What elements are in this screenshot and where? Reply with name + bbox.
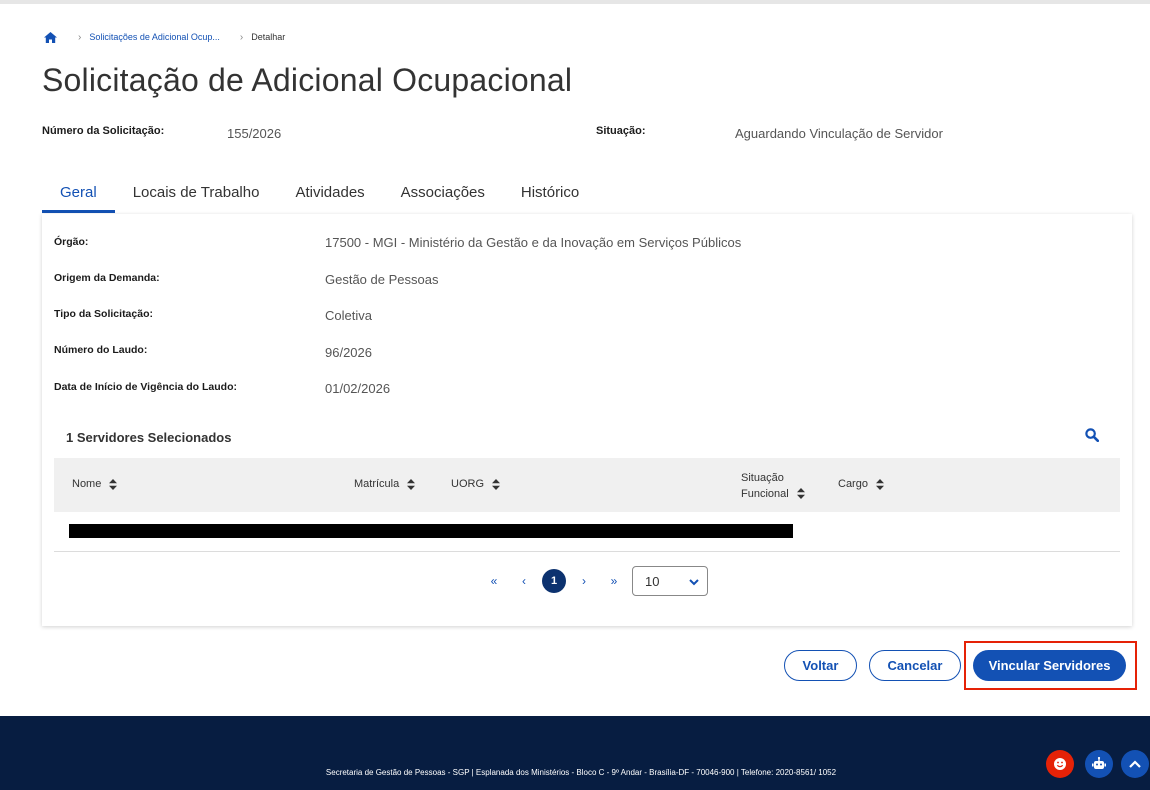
origem-demanda-value: Gestão de Pessoas: [325, 272, 439, 287]
column-nome-label: Nome: [72, 478, 102, 490]
column-uorg[interactable]: UORG: [451, 478, 500, 490]
footer-text: Secretaria de Gestão de Pessoas - SGP | …: [325, 768, 837, 777]
tab-bar: Geral Locais de Trabalho Atividades Asso…: [42, 176, 1132, 214]
first-page-button[interactable]: «: [482, 569, 506, 593]
column-uorg-label: UORG: [451, 478, 484, 490]
situacao-label: Situação:: [596, 125, 646, 137]
breadcrumb: › Solicitações de Adicional Ocup... › De…: [44, 30, 285, 44]
pagination: « ‹ 1 › » 10: [482, 566, 708, 596]
next-page-button[interactable]: ›: [572, 569, 596, 593]
servidores-selecionados-title: 1 Servidores Selecionados: [66, 430, 232, 445]
numero-laudo-label: Número do Laudo:: [54, 344, 148, 356]
tab-historico[interactable]: Histórico: [503, 176, 597, 213]
page-size-select[interactable]: 10: [632, 566, 708, 596]
search-icon[interactable]: [1085, 428, 1101, 444]
last-page-button[interactable]: »: [602, 569, 626, 593]
voltar-button[interactable]: Voltar: [784, 650, 857, 681]
sort-icon: [492, 478, 500, 490]
sort-icon: [407, 478, 416, 490]
sort-icon: [109, 478, 118, 490]
page-title: Solicitação de Adicional Ocupacional: [42, 62, 573, 98]
sort-icon: [875, 478, 884, 490]
highlight-box: [964, 641, 1137, 690]
redacted-table-row: [69, 524, 793, 538]
row-divider: [54, 551, 1120, 552]
footer: Secretaria de Gestão de Pessoas - SGP | …: [0, 716, 1150, 790]
column-cargo[interactable]: Cargo: [838, 478, 884, 490]
column-matricula-label: Matrícula: [354, 478, 400, 490]
tipo-solicitacao-value: Coletiva: [325, 308, 372, 323]
page-number-button[interactable]: 1: [542, 569, 566, 593]
feedback-icon[interactable]: [1046, 750, 1074, 778]
orgao-label: Órgão:: [54, 236, 89, 248]
data-inicio-vigencia-label: Data de Início de Vigência do Laudo:: [54, 381, 238, 393]
orgao-value: 17500 - MGI - Ministério da Gestão e da …: [325, 235, 742, 250]
scroll-top-icon[interactable]: [1121, 750, 1149, 778]
tab-locais-de-trabalho[interactable]: Locais de Trabalho: [115, 176, 278, 213]
tipo-solicitacao-label: Tipo da Solicitação:: [54, 308, 153, 320]
detail-card: Órgão: 17500 - MGI - Ministério da Gestã…: [42, 214, 1132, 626]
tab-associacoes[interactable]: Associações: [383, 176, 503, 213]
sort-icon: [796, 488, 805, 499]
data-inicio-vigencia-value: 01/02/2026: [325, 381, 391, 396]
breadcrumb-current: Detalhar: [251, 32, 286, 42]
prev-page-button[interactable]: ‹: [512, 569, 536, 593]
page-size-value: 10: [645, 573, 660, 589]
numero-solicitacao-label: Número da Solicitação:: [42, 125, 165, 137]
cancelar-button[interactable]: Cancelar: [869, 650, 961, 681]
column-cargo-label: Cargo: [838, 478, 868, 490]
tab-atividades[interactable]: Atividades: [277, 176, 382, 213]
numero-laudo-value: 96/2026: [325, 345, 372, 360]
situacao-value: Aguardando Vinculação de Servidor: [735, 126, 943, 141]
chevron-right-icon: ›: [239, 31, 244, 43]
chatbot-icon[interactable]: [1085, 750, 1113, 778]
origem-demanda-label: Origem da Demanda:: [54, 272, 160, 284]
column-situacao-funcional-label: Situação Funcional: [741, 472, 789, 500]
numero-solicitacao-value: 155/2026: [227, 126, 282, 141]
home-icon[interactable]: [44, 31, 58, 43]
servidores-table-header: Nome Matrícula UORG Situação Funcional C…: [54, 458, 1120, 512]
tab-geral[interactable]: Geral: [42, 176, 115, 213]
column-situacao-funcional[interactable]: Situação Funcional: [741, 470, 805, 502]
chevron-down-icon: [689, 574, 699, 589]
column-nome[interactable]: Nome: [72, 478, 118, 490]
top-shadow: [0, 0, 1150, 4]
breadcrumb-link-solicitacoes[interactable]: Solicitações de Adicional Ocup...: [89, 32, 220, 42]
chevron-right-icon: ›: [78, 31, 82, 43]
column-matricula[interactable]: Matrícula: [354, 478, 416, 490]
